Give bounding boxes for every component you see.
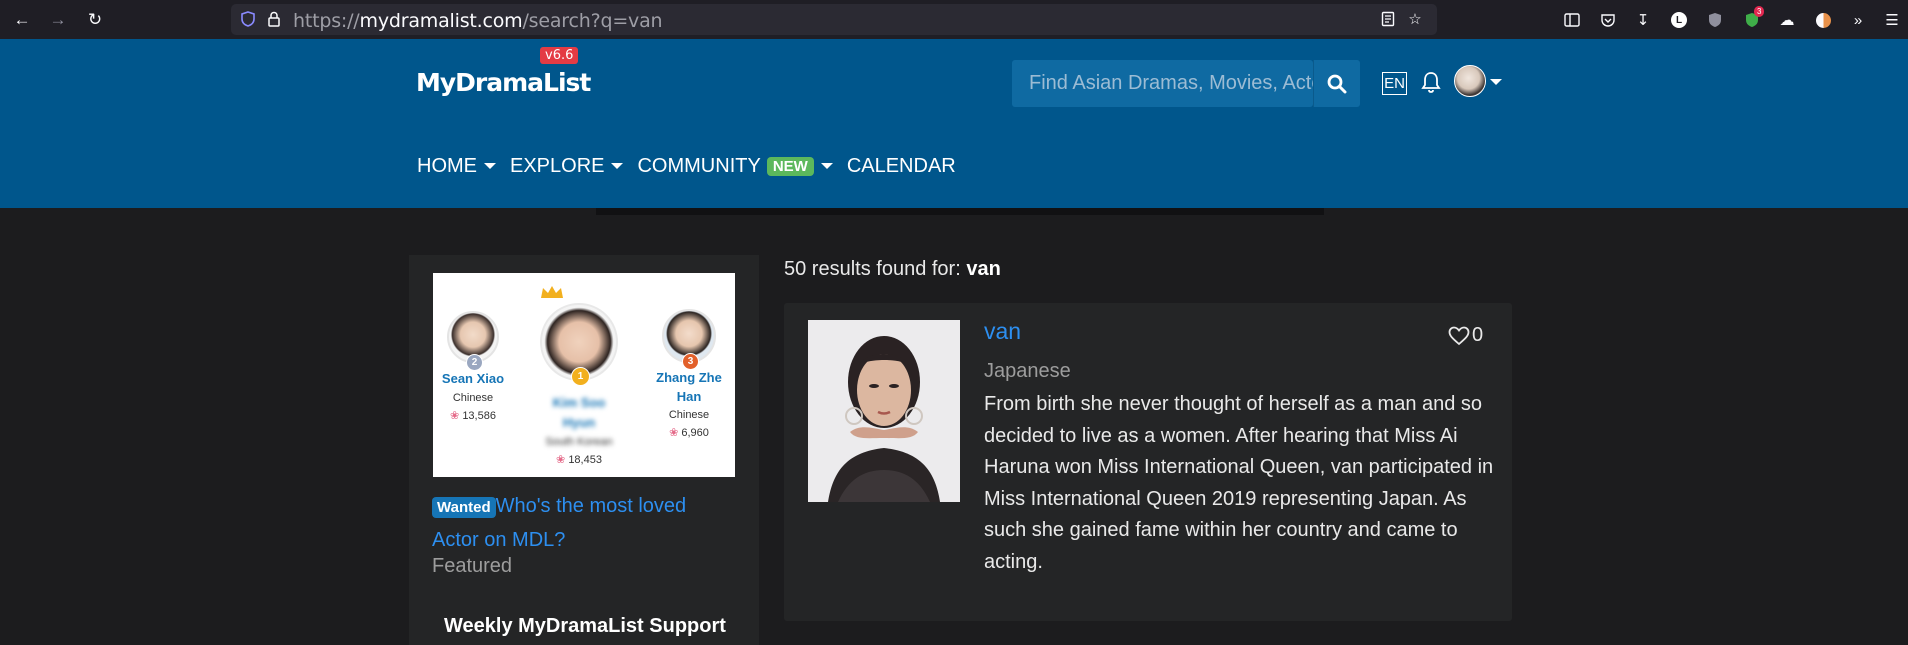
actor-likes: ❀ 13,586 [450, 410, 496, 422]
search-box [1012, 60, 1313, 107]
main-nav: HOME EXPLORE COMMUNITY NEW CALENDAR [417, 153, 970, 179]
language-button[interactable]: EN [1382, 72, 1407, 95]
url-bar[interactable]: https://mydramalist.com/search?q=van ☆ [231, 4, 1437, 35]
actor-photo: 3 [662, 309, 716, 370]
new-badge: NEW [766, 156, 814, 176]
featured-label: Featured [432, 555, 513, 577]
most-loved-actor-banner[interactable]: 2 Sean Xiao Chinese ❀ 13,586 1 Kim Soo H… [433, 273, 735, 477]
result-title-link[interactable]: van [984, 318, 1021, 345]
lock-icon[interactable] [265, 10, 283, 28]
actor-likes: ❀ 18,453 [556, 454, 602, 466]
chevron-down-icon [820, 163, 833, 169]
actor-name: Zhang Zhe Han [656, 370, 722, 404]
chevron-down-icon [611, 163, 624, 169]
actor-photo: 1 [540, 303, 618, 386]
reload-icon[interactable]: ↻ [83, 8, 107, 32]
user-avatar[interactable] [1454, 65, 1486, 97]
forward-icon[interactable]: → [46, 8, 70, 32]
browser-toolbar: ← → ↻ https://mydramalist.com/search?q=v… [0, 0, 1908, 39]
actor-name: Kim Soo Hyun [552, 395, 606, 430]
nav-calendar[interactable]: CALENDAR [847, 155, 956, 178]
extension-circle-icon[interactable] [1813, 10, 1833, 30]
chevron-down-icon [484, 163, 496, 169]
version-badge: v6.6 [540, 47, 579, 64]
extension-l-icon[interactable]: L [1669, 10, 1689, 30]
flower-icon: ❀ [556, 454, 566, 466]
heart-icon [1448, 326, 1470, 345]
extension-shield-icon[interactable]: 3 [1742, 6, 1765, 30]
banner-actor: 3 Zhang Zhe Han Chinese ❀ 6,960 [649, 309, 729, 442]
weekly-support-heading: Weekly MyDramaList Support [444, 615, 726, 637]
wanted-article-link[interactable]: Wanted Who's the most loved Actor on MDL? [432, 490, 732, 556]
wanted-badge: Wanted [432, 497, 496, 518]
rank-badge: 1 [571, 367, 590, 386]
extension-cloud-icon[interactable]: ☁ [1777, 10, 1797, 30]
rank-badge: 2 [466, 354, 483, 371]
flower-icon: ❀ [669, 427, 679, 439]
result-nationality: Japanese [984, 360, 1071, 382]
pocket-icon[interactable] [1598, 10, 1618, 30]
banner-actor: 2 Sean Xiao Chinese ❀ 13,586 [441, 311, 505, 425]
site-logo[interactable]: MyDramaList [416, 68, 591, 97]
search-icon [1327, 74, 1347, 93]
reader-view-icon[interactable] [1379, 10, 1397, 28]
banner-actor: 1 Kim Soo Hyun South Korean ❀ 18,453 [537, 303, 621, 469]
result-photo[interactable] [808, 320, 960, 502]
site-header [0, 39, 1908, 208]
actor-nationality: Chinese [668, 409, 710, 421]
actor-likes: ❀ 6,960 [669, 427, 709, 439]
back-icon[interactable]: ← [10, 8, 34, 32]
nav-community[interactable]: COMMUNITY NEW [637, 155, 833, 178]
results-count: 50 results found for: van [784, 258, 1001, 280]
rank-badge: 3 [682, 353, 699, 370]
url-text: https://mydramalist.com/search?q=van [293, 10, 663, 32]
actor-nationality: Chinese [452, 392, 494, 404]
like-count: 0 [1472, 324, 1484, 346]
chevron-down-icon[interactable] [1490, 79, 1502, 85]
search-input[interactable] [1012, 60, 1313, 107]
crown-icon [541, 286, 563, 300]
search-query: van [966, 258, 1001, 280]
nav-home[interactable]: HOME [417, 155, 496, 178]
actor-photo: 2 [447, 311, 499, 371]
like-button[interactable]: 0 [1448, 324, 1483, 347]
bookmark-star-icon[interactable]: ☆ [1406, 10, 1424, 28]
search-button[interactable] [1313, 60, 1360, 107]
shield-icon[interactable] [239, 10, 257, 28]
result-bio: From birth she never thought of herself … [984, 393, 1494, 573]
nav-explore[interactable]: EXPLORE [510, 155, 624, 178]
ad-strip [596, 208, 1324, 215]
flower-icon: ❀ [450, 410, 460, 422]
bell-icon[interactable] [1420, 70, 1442, 94]
hamburger-menu-icon[interactable]: ☰ [1882, 10, 1902, 30]
sidebar-icon[interactable] [1562, 10, 1582, 30]
ublock-icon[interactable] [1705, 10, 1725, 30]
downloads-icon[interactable]: ↧ [1633, 10, 1653, 30]
actor-nationality: South Korean [545, 436, 613, 448]
extension-badge: 3 [1754, 6, 1765, 17]
overflow-menu-icon[interactable]: » [1848, 10, 1868, 30]
actor-name: Sean Xiao [441, 371, 505, 386]
